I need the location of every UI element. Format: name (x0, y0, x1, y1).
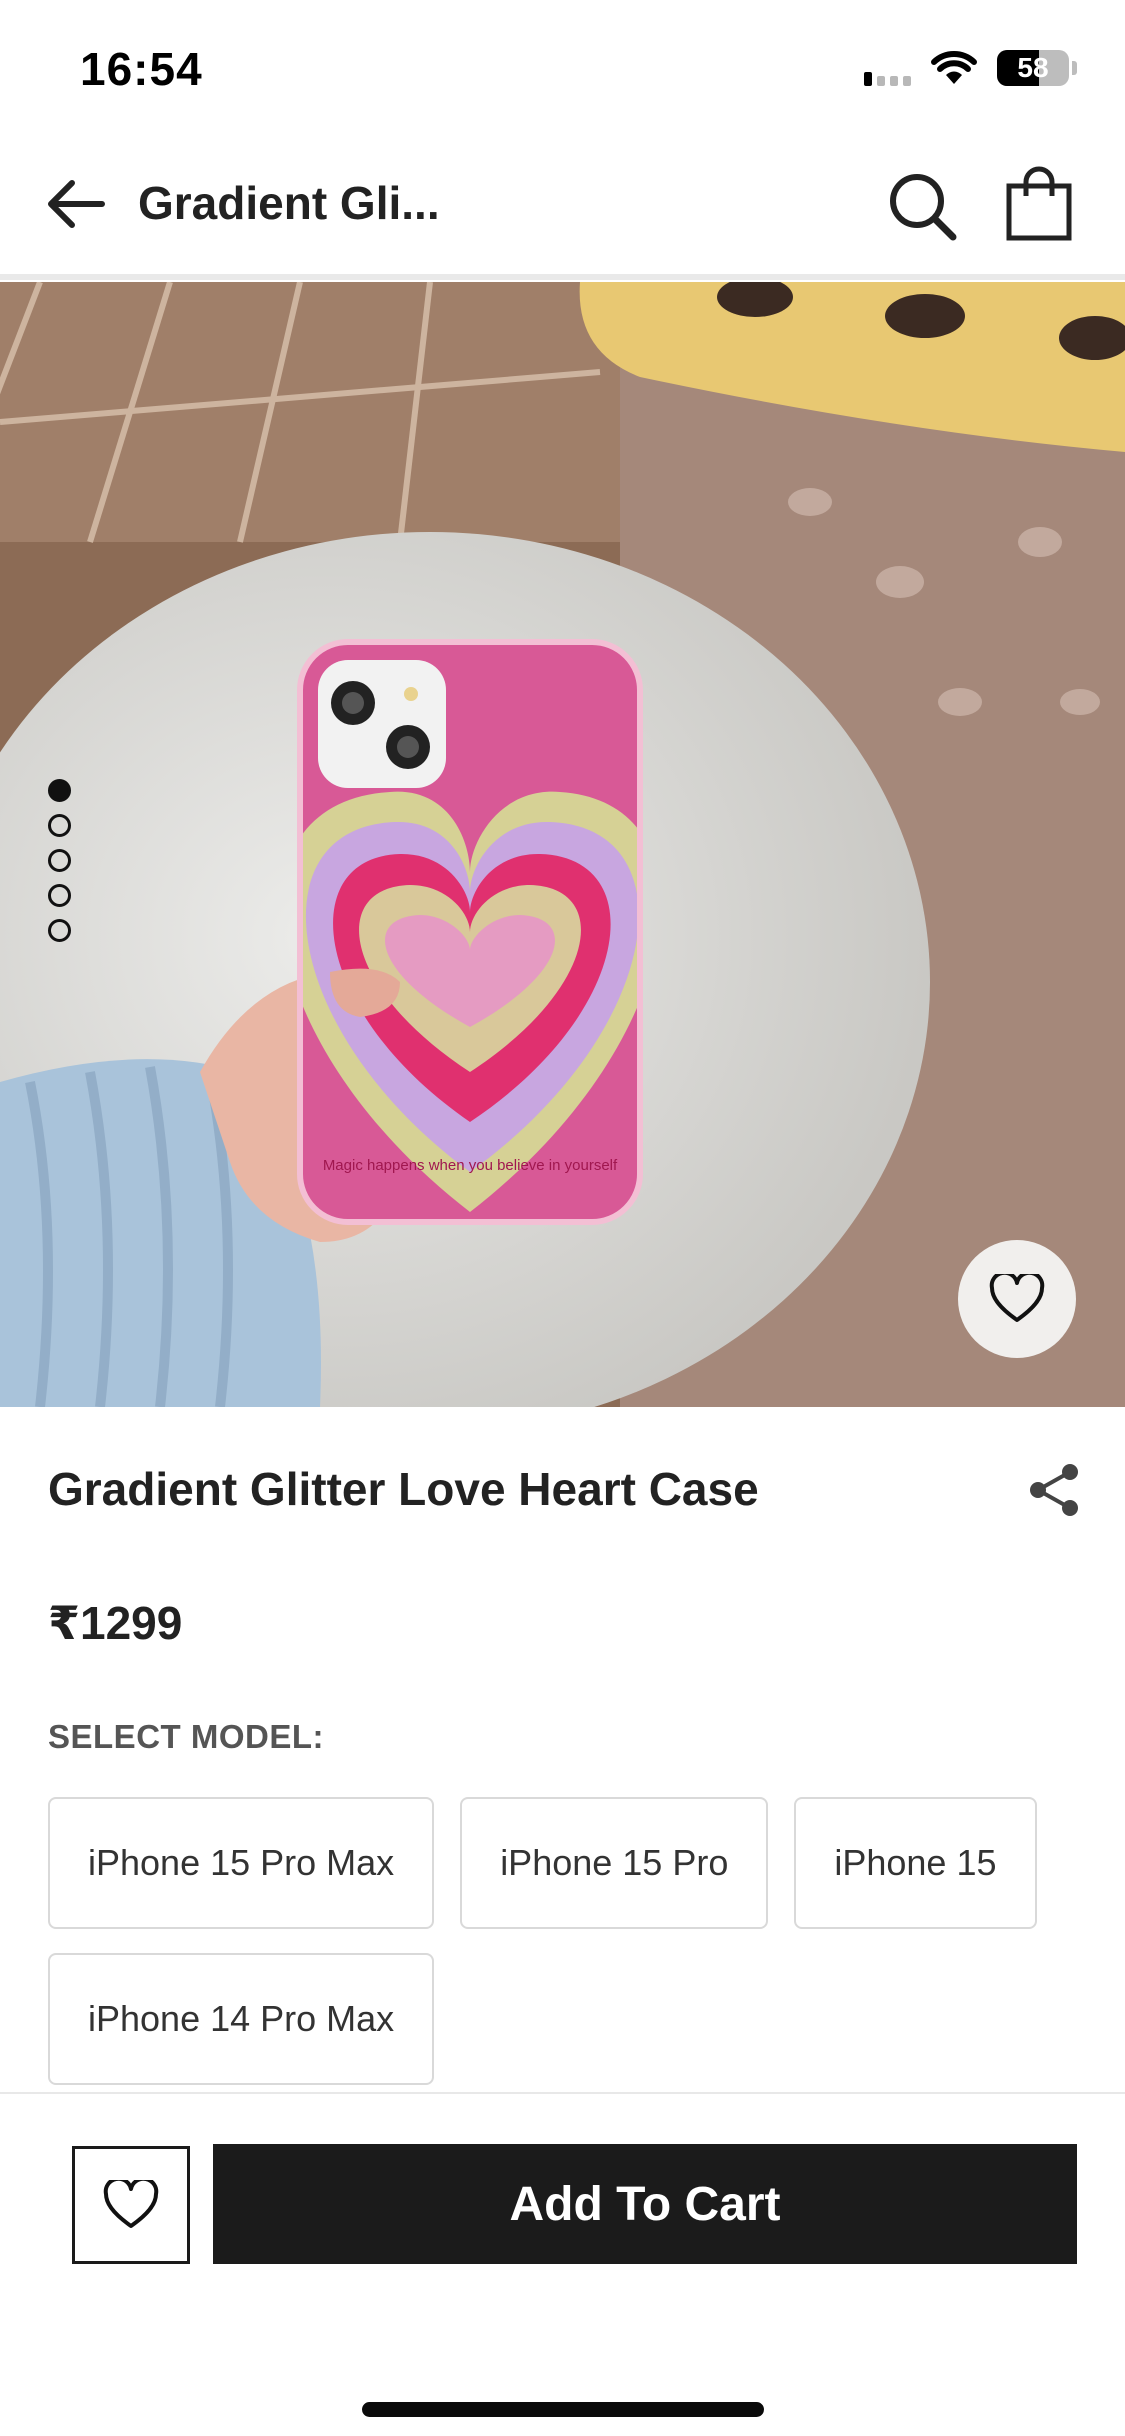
product-detail-screen: 16:54 58 Gradient Gli... Magic happens w… (0, 0, 1125, 2436)
cellular-signal-icon (864, 50, 911, 86)
wifi-icon (931, 51, 977, 84)
header-title: Gradient Gli... (138, 177, 440, 229)
wishlist-button-bottom[interactable] (72, 2146, 190, 2264)
pagination-dot[interactable] (48, 849, 71, 872)
pagination-dot[interactable] (48, 919, 71, 942)
model-option[interactable]: iPhone 14 Pro Max (48, 1953, 435, 2085)
product-photo: Magic happens when you believe in yourse… (0, 282, 1125, 1407)
case-print-line: Magic happens when you believe in yourse… (323, 1157, 618, 1174)
pagination-dot[interactable] (48, 779, 71, 802)
select-model-label: SELECT MODEL: (48, 1718, 324, 1755)
status-icons: 58 (864, 48, 1077, 88)
pagination-dot[interactable] (48, 814, 71, 837)
model-option[interactable]: iPhone 15 (794, 1797, 1037, 1929)
back-arrow-icon[interactable] (44, 172, 108, 236)
model-option[interactable]: iPhone 15 Pro Max (48, 1797, 435, 1929)
battery-icon: 58 (997, 50, 1069, 86)
status-time: 16:54 (80, 43, 203, 95)
model-option[interactable]: iPhone 15 Pro (460, 1797, 769, 1929)
heart-icon (103, 2180, 159, 2228)
wishlist-button[interactable] (958, 1240, 1076, 1358)
home-indicator[interactable] (362, 2402, 764, 2417)
status-bar: 16:54 58 (0, 0, 1125, 130)
model-options: iPhone 15 Pro Max iPhone 15 Pro iPhone 1… (48, 1797, 1078, 2085)
bottom-action-bar: Add To Cart (0, 2092, 1125, 2436)
pagination-dot[interactable] (48, 884, 71, 907)
app-header: Gradient Gli... (0, 130, 1125, 280)
battery-nub (1072, 61, 1077, 75)
product-image[interactable]: Magic happens when you believe in yourse… (0, 282, 1125, 1407)
product-title: Gradient Glitter Love Heart Case (48, 1463, 759, 1515)
heart-icon (989, 1274, 1045, 1322)
share-icon[interactable] (1024, 1460, 1084, 1520)
shopping-bag-icon[interactable] (1004, 166, 1074, 242)
product-price: ₹1299 (48, 1597, 183, 1649)
battery-percent: 58 (1017, 52, 1049, 83)
add-to-cart-button[interactable]: Add To Cart (213, 2144, 1077, 2264)
search-icon[interactable] (886, 170, 958, 242)
image-pagination (48, 779, 71, 942)
